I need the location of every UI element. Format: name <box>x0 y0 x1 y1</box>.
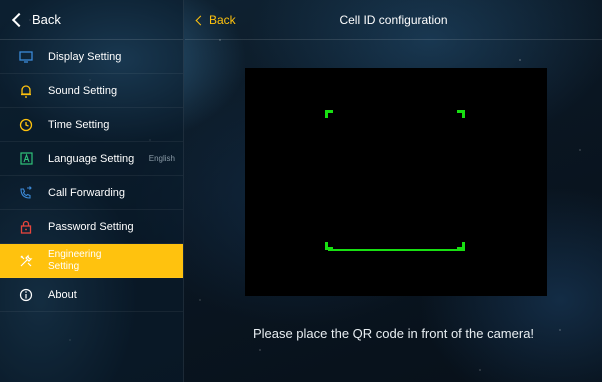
tools-icon <box>18 253 34 269</box>
monitor-icon <box>18 49 34 65</box>
info-icon <box>18 287 34 303</box>
scan-frame-corner-top-right <box>457 110 465 118</box>
sidebar-item-label: Display Setting <box>48 50 122 63</box>
qr-instruction-text: Please place the QR code in front of the… <box>252 326 535 341</box>
chevron-left-icon <box>11 12 27 27</box>
language-icon <box>18 151 34 167</box>
sidebar-item-label: About <box>48 288 77 301</box>
sidebar: Back Display Setting Sound Setting Time … <box>0 0 184 382</box>
settings-menu: Display Setting Sound Setting Time Setti… <box>0 40 183 312</box>
sidebar-item-label: Time Setting <box>48 118 110 131</box>
sidebar-item-label: Language Setting <box>48 152 135 165</box>
sidebar-item-label: Engineering Setting <box>48 248 102 272</box>
sidebar-item-language[interactable]: Language Setting English <box>0 142 183 176</box>
sidebar-item-label: Password Setting <box>48 220 134 233</box>
top-bar: Back Cell ID configuration <box>185 0 602 40</box>
sidebar-item-label: Call Forwarding <box>48 186 126 199</box>
sidebar-item-engineering[interactable]: Engineering Setting <box>0 244 183 278</box>
sidebar-item-time[interactable]: Time Setting <box>0 108 183 142</box>
scan-frame-corner-top-left <box>325 110 333 118</box>
lock-icon <box>18 219 34 235</box>
current-language-value: English <box>148 154 175 163</box>
clock-icon <box>18 117 34 133</box>
phone-forward-icon <box>18 185 34 201</box>
camera-preview <box>245 68 547 296</box>
sidebar-item-display[interactable]: Display Setting <box>0 40 183 74</box>
sidebar-item-about[interactable]: About <box>0 278 183 312</box>
sidebar-item-label: Sound Setting <box>48 84 118 97</box>
sidebar-item-sound[interactable]: Sound Setting <box>0 74 183 108</box>
sidebar-item-call-forwarding[interactable]: Call Forwarding <box>0 176 183 210</box>
bell-icon <box>18 83 34 99</box>
scan-line <box>328 249 465 251</box>
sidebar-back-button[interactable]: Back <box>0 0 183 40</box>
page-title: Cell ID configuration <box>339 13 448 27</box>
sidebar-item-password[interactable]: Password Setting <box>0 210 183 244</box>
sidebar-back-label: Back <box>32 12 61 27</box>
